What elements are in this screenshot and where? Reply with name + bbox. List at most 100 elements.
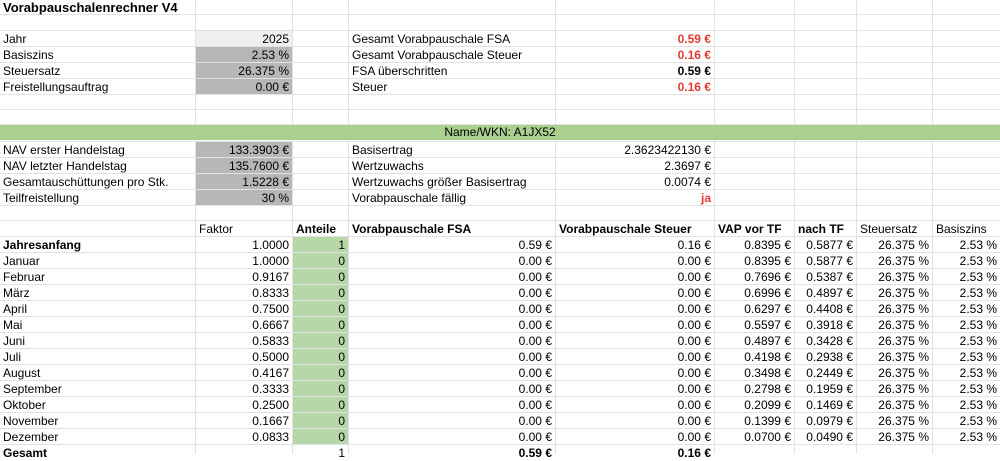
row-steuer: 0.00 € (677, 254, 711, 268)
row-anteile[interactable]: 0 (293, 349, 348, 364)
row-vap: 0.4897 € (744, 334, 791, 348)
row-anteile[interactable]: 0 (293, 333, 348, 348)
col-header-fsa: Vorabpauschale FSA (352, 222, 472, 236)
row-steuer: 0.00 € (677, 302, 711, 316)
row-faktor: 0.5000 (252, 350, 289, 364)
label-ausschuettungen: Gesamtauschüttungen pro Stk. (3, 175, 169, 189)
row-faktor: 0.1667 (252, 414, 289, 428)
input-ausschuettungen[interactable]: 1.5228 € (196, 174, 292, 189)
row-steuer: 0.00 € (677, 350, 711, 364)
row-faktor: 0.6667 (252, 318, 289, 332)
row-basiszins: 2.53 % (959, 318, 997, 332)
row-vap: 0.8395 € (744, 238, 791, 252)
col-header-anteile: Anteile (296, 222, 337, 236)
result-label: Basisertrag (352, 143, 413, 157)
row-month: September (3, 382, 62, 396)
row-anteile[interactable]: 0 (293, 413, 348, 428)
row-fsa: 0.00 € (518, 270, 552, 284)
row-vap: 0.1399 € (744, 414, 791, 428)
row-vap: 0.2099 € (744, 398, 791, 412)
input-nav-erster[interactable]: 133.3903 € (196, 142, 292, 157)
row-nach-tf: 0.5877 € (806, 254, 853, 268)
row-month: August (3, 366, 41, 380)
row-steuer: 0.00 € (677, 398, 711, 412)
row-fsa: 0.00 € (518, 334, 552, 348)
row-faktor: 0.9167 (252, 270, 289, 284)
row-steuersatz: 26.375 % (878, 350, 929, 364)
row-anteile[interactable]: 1 (293, 237, 348, 252)
row-anteile[interactable]: 0 (293, 285, 348, 300)
input-nav-letzter[interactable]: 135.7600 € (196, 158, 292, 173)
sheet-title: Vorabpauschalenrechner V4 (3, 0, 178, 15)
row-faktor: 1.0000 (252, 254, 289, 268)
summary-label: FSA überschritten (352, 64, 448, 78)
row-nach-tf: 0.0979 € (806, 414, 853, 428)
row-faktor: 1.0000 (252, 238, 289, 252)
row-nach-tf: 0.5387 € (806, 270, 853, 284)
row-anteile[interactable]: 0 (293, 397, 348, 412)
row-anteile[interactable]: 0 (293, 429, 348, 444)
row-steuersatz: 26.375 % (878, 382, 929, 396)
input-basiszins[interactable]: 2.53 % (196, 47, 292, 62)
input-steuersatz[interactable]: 26.375 % (196, 63, 292, 78)
row-steuer: 0.00 € (677, 382, 711, 396)
total-anteile: 1 (338, 446, 345, 460)
row-fsa: 0.00 € (518, 350, 552, 364)
col-header-steuer: Vorabpauschale Steuer (559, 222, 692, 236)
row-steuer: 0.00 € (677, 430, 711, 444)
col-header-nach-tf: nach TF (798, 222, 845, 236)
label-steuersatz: Steuersatz (3, 64, 61, 78)
total-fsa: 0.59 € (518, 446, 552, 460)
summary-label: Gesamt Vorabpauschale FSA (352, 32, 511, 46)
row-month: März (3, 286, 30, 300)
row-steuersatz: 26.375 % (878, 430, 929, 444)
row-steuer: 0.00 € (677, 414, 711, 428)
row-anteile[interactable]: 0 (293, 301, 348, 316)
summary-value: 0.59 € (677, 64, 711, 78)
row-steuersatz: 26.375 % (878, 302, 929, 316)
row-steuersatz: 26.375 % (878, 238, 929, 252)
label-nav-erster: NAV erster Handelstag (3, 143, 125, 157)
row-anteile[interactable]: 0 (293, 365, 348, 380)
row-nach-tf: 0.4408 € (806, 302, 853, 316)
row-steuer: 0.00 € (677, 270, 711, 284)
row-steuersatz: 26.375 % (878, 334, 929, 348)
row-month: April (3, 302, 28, 316)
row-steuer: 0.00 € (677, 366, 711, 380)
row-month: Februar (3, 270, 46, 284)
row-basiszins: 2.53 % (959, 254, 997, 268)
row-faktor: 0.0833 (252, 430, 289, 444)
row-month: Oktober (3, 398, 46, 412)
row-month: Jahresanfang (3, 238, 82, 252)
input-teilfreistellung[interactable]: 30 % (196, 190, 292, 205)
spreadsheet: Vorabpauschalenrechner V4 Jahr 2025 Basi… (0, 0, 1000, 460)
row-steuer: 0.00 € (677, 318, 711, 332)
row-month: November (3, 414, 59, 428)
row-steuersatz: 26.375 % (878, 398, 929, 412)
row-fsa: 0.00 € (518, 318, 552, 332)
row-fsa: 0.00 € (518, 414, 552, 428)
row-fsa: 0.00 € (518, 254, 552, 268)
row-faktor: 0.3333 (252, 382, 289, 396)
row-basiszins: 2.53 % (959, 430, 997, 444)
row-basiszins: 2.53 % (959, 350, 997, 364)
total-steuer: 0.16 € (677, 446, 711, 460)
result-label: Vorabpauschale fällig (352, 191, 467, 205)
row-vap: 0.0700 € (744, 430, 791, 444)
input-freistellungsauftrag[interactable]: 0.00 € (196, 79, 292, 94)
summary-value: 0.16 € (677, 80, 711, 94)
row-anteile[interactable]: 0 (293, 269, 348, 284)
row-vap: 0.2798 € (744, 382, 791, 396)
row-anteile[interactable]: 0 (293, 317, 348, 332)
row-nach-tf: 0.2449 € (806, 366, 853, 380)
row-anteile[interactable]: 0 (293, 381, 348, 396)
row-vap: 0.3498 € (744, 366, 791, 380)
row-vap: 0.5597 € (744, 318, 791, 332)
row-steuersatz: 26.375 % (878, 414, 929, 428)
row-steuer: 0.00 € (677, 334, 711, 348)
row-anteile[interactable]: 0 (293, 253, 348, 268)
col-header-steuersatz: Steuersatz (860, 222, 918, 236)
input-jahr[interactable]: 2025 (196, 31, 292, 46)
row-vap: 0.7696 € (744, 270, 791, 284)
summary-label: Gesamt Vorabpauschale Steuer (352, 48, 523, 62)
